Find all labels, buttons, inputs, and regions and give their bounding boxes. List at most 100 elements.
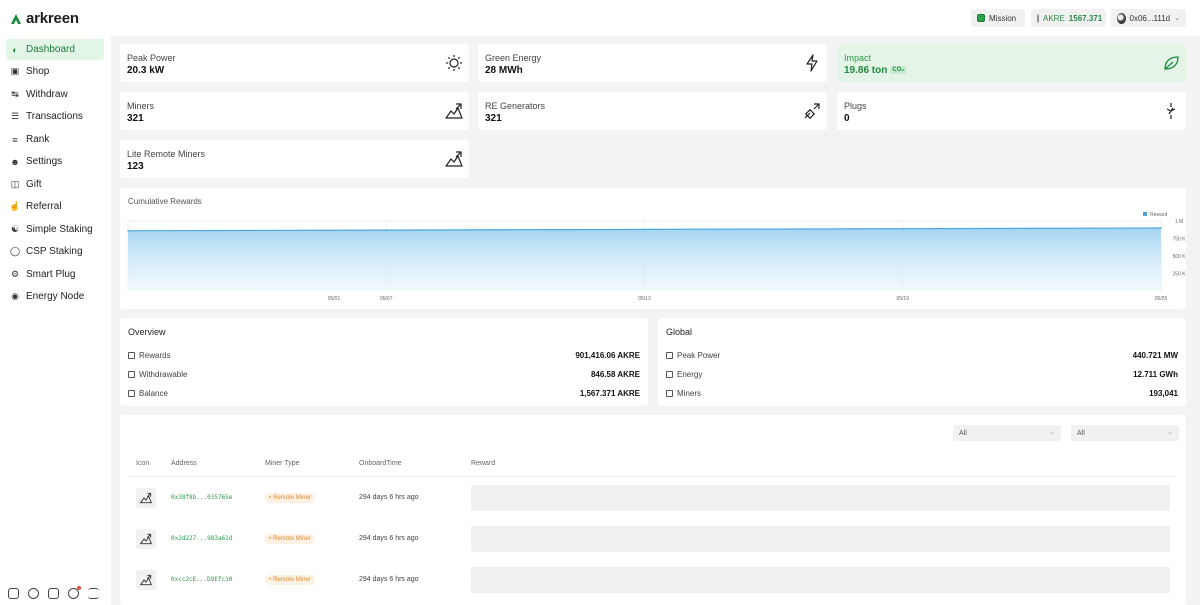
sidebar-item-csp-staking[interactable]: ◯ CSP Staking	[6, 241, 104, 262]
reward-bar	[471, 485, 1170, 511]
stat-card-peak-power: Peak Power 20.3 kW	[120, 44, 469, 82]
row-miner-icon	[136, 570, 156, 590]
row-label: Peak Power	[677, 350, 721, 360]
stat-title: Impact	[844, 53, 872, 63]
sidebar-item-rank[interactable]: ≡ Rank	[6, 129, 104, 150]
sidebar-item-label: Referral	[26, 201, 62, 212]
row-miner-icon	[136, 529, 156, 549]
sidebar-item-smart-plug[interactable]: ⚙ Smart Plug	[6, 264, 104, 285]
column-header-reward[interactable]: Reward	[471, 460, 495, 467]
chevron-down-icon: ⌄	[1049, 429, 1055, 436]
wallet-address: 0x06...111d	[1129, 13, 1171, 23]
global-row-peak-power: Peak Power 440.721 MW	[666, 349, 1178, 361]
list-icon: ≡	[12, 134, 18, 145]
stat-title: Peak Power	[127, 53, 176, 63]
stat-title: Miners	[127, 101, 155, 111]
brand-logo[interactable]: arkreen	[10, 10, 79, 27]
sidebar-item-withdraw[interactable]: ↹ Withdraw	[6, 84, 104, 105]
sidebar-item-referral[interactable]: ☝ Referral	[6, 196, 104, 217]
global-row-energy: Energy 12.711 GWh	[666, 368, 1178, 380]
sidebar-item-label: Simple Staking	[26, 224, 93, 235]
sidebar-item-shop[interactable]: ▣ Shop	[6, 61, 104, 82]
leaf-icon	[1164, 56, 1179, 70]
peak-icon	[666, 351, 673, 359]
sidebar-item-label: Rank	[26, 134, 50, 145]
sidebar: ◐ Dashboard ▣ Shop ↹ Withdraw ☰ Transact…	[0, 36, 111, 605]
stat-value: 0	[844, 113, 850, 124]
stat-card-miners: Miners 321	[120, 92, 469, 130]
coins-icon: ☰	[10, 111, 20, 121]
filter-dropdown-1[interactable]: All ⌄	[953, 425, 1061, 441]
reward-point	[127, 230, 129, 232]
stat-card-plugs: Plugs 0	[837, 92, 1186, 130]
row-value: 12.711 GWh	[1133, 369, 1178, 379]
bolt-icon	[666, 370, 673, 378]
row-value: 193,041	[1149, 388, 1178, 398]
cumulative-rewards-chart: Cumulative Rewards 250 K 500 K 750 K1 M 05/…	[120, 188, 1186, 309]
sidebar-item-transactions[interactable]: ☰ Transactions	[6, 106, 104, 127]
miner-icon	[140, 574, 152, 586]
row-label: Miners	[677, 388, 702, 398]
sun-icon	[446, 55, 462, 71]
column-header-onboard-time[interactable]: OnboardTime	[359, 460, 402, 467]
akre-balance-button[interactable]: AKRE 1567.371	[1031, 9, 1106, 27]
sidebar-item-gift[interactable]: ◫ Gift	[6, 174, 104, 195]
global-row-miners: Miners 193,041	[666, 387, 1178, 399]
csp-staking-icon: ◯	[9, 246, 21, 256]
onboard-time: 294 days 6 hrs ago	[359, 535, 419, 542]
staking-icon: ☯	[10, 224, 20, 234]
sidebar-item-energy-node[interactable]: ◉ Energy Node	[6, 286, 104, 307]
discord-icon[interactable]	[28, 588, 39, 599]
mission-button[interactable]: Mission	[971, 9, 1025, 27]
energy-node-icon: ◉	[11, 291, 19, 301]
sidebar-item-simple-staking[interactable]: ☯ Simple Staking	[6, 219, 104, 240]
miner-address-link[interactable]: 0x2d227...983a61d	[171, 535, 232, 542]
legend-label: Reward	[1150, 212, 1167, 218]
miner-icon	[666, 389, 673, 397]
row-value: 440.721 MW	[1132, 350, 1178, 360]
x-tick-label: 05/19	[896, 296, 909, 302]
filter-dropdown-2[interactable]: All ⌄	[1071, 425, 1179, 441]
y-tick-label: 750 K	[1172, 237, 1186, 243]
chevron-down-icon: ⌄	[1174, 15, 1180, 22]
miner-icon	[445, 103, 463, 119]
onboard-time: 294 days 6 hrs ago	[359, 576, 419, 583]
withdraw-icon: ↹	[11, 89, 19, 99]
top-bar: arkreen Mission AKRE 1567.371 0x06...111…	[0, 0, 1200, 36]
header-divider	[128, 476, 1176, 477]
miner-icon	[140, 533, 152, 545]
home-icon[interactable]	[8, 588, 19, 599]
gift-icon: ◫	[10, 179, 20, 189]
stat-value: 20.3 kW	[127, 65, 165, 76]
reward-bar	[471, 567, 1170, 593]
legend-swatch	[1143, 212, 1147, 216]
column-header-miner-type[interactable]: Miner Type	[265, 460, 300, 467]
miner-icon	[445, 151, 463, 167]
document-icon[interactable]	[48, 588, 59, 599]
x-tick-label: 05/01	[328, 296, 341, 302]
reward-point	[901, 227, 904, 230]
miner-type-badge: • Remote Miner	[265, 493, 315, 503]
miner-address-link[interactable]: 0x38f8b...035765e	[171, 494, 232, 501]
wallet-button[interactable]: 0x06...111d ⌄	[1111, 9, 1186, 27]
stat-title: Plugs	[844, 101, 867, 111]
chevron-down-icon: ⌄	[1167, 429, 1173, 436]
sidebar-item-settings[interactable]: ☻ Settings	[6, 151, 104, 172]
dollar-icon	[128, 351, 135, 359]
miner-type-badge: • Remote Miner	[265, 575, 315, 585]
menu-icon[interactable]	[88, 588, 99, 599]
impact-value: 19.86 ton	[844, 65, 888, 76]
reward-point	[1160, 227, 1162, 229]
miner-address-link[interactable]: 0xcc2cE...D9Efc10	[171, 576, 232, 583]
plug-icon: ⚙	[10, 269, 20, 279]
reward-point	[385, 229, 388, 231]
sidebar-item-label: Withdraw	[26, 89, 68, 100]
sidebar-item-dashboard[interactable]: ◐ Dashboard	[6, 39, 104, 60]
row-value: 1,567.371 AKRE	[579, 388, 640, 398]
stat-title: Green Energy	[485, 53, 542, 63]
notification-icon[interactable]	[68, 586, 81, 599]
stat-value: 123	[127, 161, 144, 172]
column-header-address[interactable]: Address	[171, 460, 197, 467]
avatar	[1117, 12, 1126, 24]
stat-value: 19.86 ton CO₂	[844, 65, 907, 76]
